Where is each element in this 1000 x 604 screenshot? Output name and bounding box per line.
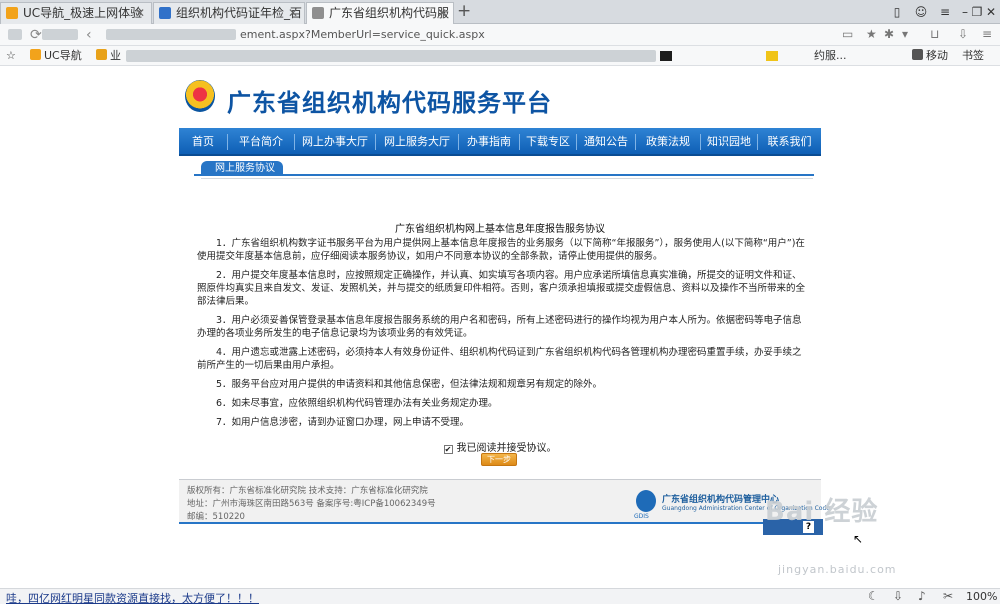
- back-icon[interactable]: ‹: [86, 26, 92, 44]
- site-container: 广东省组织机构代码服务平台 首页 平台简介 网上办事大厅 网上服务大厅 办事指南…: [179, 66, 830, 588]
- menu-online-service[interactable]: 网上服务大厅: [376, 128, 458, 156]
- tab-baidu[interactable]: 组织机构代码证年检_百 ✕: [153, 2, 305, 24]
- tab-label: 组织机构代码证年检_百: [176, 6, 303, 20]
- bookmark-bookmarks[interactable]: 书签: [962, 48, 984, 64]
- gdis-logo-text: GDIS: [634, 513, 649, 520]
- star-icon[interactable]: ★: [866, 27, 877, 41]
- breadcrumb-underline: [194, 174, 814, 176]
- menu-knowledge[interactable]: 知识园地: [701, 128, 757, 156]
- close-window-button[interactable]: ✕: [980, 0, 1000, 24]
- page-viewport: 广东省组织机构代码服务平台 首页 平台简介 网上办事大厅 网上服务大厅 办事指南…: [0, 66, 1000, 588]
- amazon-icon: [96, 49, 107, 60]
- national-emblem-icon: [185, 80, 215, 112]
- bookmark-redacted: [766, 51, 778, 61]
- menu-icon[interactable]: ≡: [982, 27, 992, 41]
- baidu-watermark-url: jingyan.baidu.com: [778, 563, 897, 576]
- download-icon[interactable]: ⇩: [893, 589, 903, 604]
- promo-link[interactable]: 哇，四亿网红明星同款资源直接找，太方便了！！！: [6, 590, 259, 604]
- url-field[interactable]: ement.aspx?MemberUrl=service_quick.aspx: [240, 28, 485, 41]
- new-tab-button[interactable]: +: [457, 0, 471, 22]
- baidu-logo-icon: [159, 7, 171, 19]
- tab-bar: UC导航_极速上网体验 ✕ 组织机构代码证年检_百 ✕ 广东省组织机构代码服 ✕…: [0, 0, 1000, 24]
- skin-icon[interactable]: ☺: [910, 0, 932, 24]
- tab-label: 广东省组织机构代码服: [329, 6, 450, 20]
- uc-logo-icon: [30, 49, 41, 60]
- close-icon[interactable]: ✕: [437, 3, 447, 23]
- agreement-clause: 2．用户提交年度基本信息时，应按照规定正确操作，并认真、如实填写各项内容。用户应…: [197, 270, 806, 307]
- tab-uc-nav[interactable]: UC导航_极速上网体验 ✕: [0, 2, 152, 24]
- bookmark-redacted: [660, 51, 672, 61]
- mouse-cursor-icon: ↖: [853, 532, 864, 546]
- menu-about[interactable]: 平台简介: [228, 128, 294, 156]
- menu-online-office[interactable]: 网上办事大厅: [295, 128, 375, 156]
- status-bar: 哇，四亿网红明星同款资源直接找，太方便了！！！ ☾ ⇩ ♪ ✂ 100%: [0, 588, 1000, 604]
- footer-address: 地址：广州市海珠区南田路563号 备案序号:粤ICP备10062349号: [187, 499, 436, 509]
- menu-icon[interactable]: ≡: [934, 0, 956, 24]
- menu-home[interactable]: 首页: [179, 128, 227, 156]
- agreement-clause: 6．如未尽事宜，应依照组织机构代码管理办法有关业务规定办理。: [216, 398, 498, 409]
- footer-copyright: 版权所有：广东省标准化研究院 技术支持：广东省标准化研究院: [187, 486, 428, 496]
- url-redacted: [106, 29, 236, 40]
- close-icon[interactable]: ✕: [288, 3, 298, 23]
- close-icon[interactable]: ✕: [135, 3, 145, 23]
- dropdown-icon[interactable]: ▾: [902, 27, 908, 41]
- menu-contact[interactable]: 联系我们: [758, 128, 821, 156]
- volume-icon[interactable]: ♪: [918, 589, 926, 604]
- bookmark-star-icon[interactable]: ☆: [6, 48, 16, 64]
- accept-checkbox[interactable]: ✔: [443, 445, 453, 454]
- zoom-level[interactable]: 100%: [966, 590, 997, 603]
- footer-postcode: 邮编：510220: [187, 512, 245, 522]
- next-step-button[interactable]: 下一步: [481, 453, 517, 466]
- reload-icon[interactable]: ⟳: [30, 26, 42, 44]
- agreement-clause: 5．服务平台应对用户提供的申请资料和其他信息保密，但法律法规和规章另有规定的除外…: [216, 379, 603, 390]
- agreement-clause: 3．用户必须妥善保管登录基本信息年度报告服务系统的用户名和密码，所有上述密码进行…: [197, 315, 802, 339]
- agreement-clause: 4．用户遗忘或泄露上述密码，必须持本人有效身份证件、组织机构代码证到广东省组织机…: [197, 347, 802, 371]
- address-bar: ⟳ ‹ ement.aspx?MemberUrl=service_quick.a…: [0, 24, 1000, 46]
- bookmark-uc-nav[interactable]: UC导航: [30, 48, 82, 64]
- night-mode-icon[interactable]: ☾: [868, 589, 879, 604]
- mobile-icon: [912, 49, 923, 60]
- screenshot-icon[interactable]: ✂: [943, 589, 953, 604]
- site-header: 广东省组织机构代码服务平台: [179, 66, 821, 128]
- footer-bottom-line: [179, 522, 821, 524]
- agreement-clause: 7．如用户信息涉密，请到办证窗口办理，网上申请不受理。: [216, 417, 470, 428]
- divider: [201, 178, 813, 179]
- bookmarks-bar: ☆ UC导航 业 约服... 移动 书签: [0, 46, 1000, 66]
- baidu-watermark: Bai 经验: [765, 497, 879, 527]
- menu-guide[interactable]: 办事指南: [459, 128, 519, 156]
- account-icon[interactable]: ▯: [886, 0, 908, 24]
- gdis-logo-icon: [636, 490, 656, 512]
- bookmark-mobile[interactable]: 移动: [912, 48, 948, 64]
- tab-gd-org-code[interactable]: 广东省组织机构代码服 ✕: [306, 2, 454, 24]
- reader-icon[interactable]: ▭: [842, 27, 853, 41]
- bookmark-amazon[interactable]: 业: [96, 48, 121, 64]
- uc-logo-icon: [6, 7, 18, 19]
- url-redacted: [8, 29, 22, 40]
- agreement-clause: 1．广东省组织机构数字证书服务平台为用户提供网上基本信息年度报告的业务服务（以下…: [197, 238, 805, 262]
- agreement-clauses: 1．广东省组织机构数字证书服务平台为用户提供网上基本信息年度报告的业务服务（以下…: [197, 237, 805, 435]
- menu-policies[interactable]: 政策法规: [636, 128, 700, 156]
- footer-center-name: 广东省组织机构代码管理中心: [662, 495, 780, 505]
- cart-icon[interactable]: ⊔: [930, 27, 939, 41]
- url-redacted: [42, 29, 78, 40]
- bookmarks-redacted: [126, 50, 656, 62]
- site-footer: 版权所有：广东省标准化研究院 技术支持：广东省标准化研究院 地址：广州市海珠区南…: [179, 480, 830, 522]
- bookmark-service[interactable]: 约服...: [814, 48, 847, 64]
- download-icon[interactable]: ⇩: [958, 27, 968, 41]
- agreement-title: 广东省组织机构网上基本信息年度报告服务协议: [395, 224, 605, 235]
- accept-row: ✔ 我已阅读并接受协议。: [179, 439, 821, 454]
- fan-icon[interactable]: ✱: [884, 27, 894, 41]
- site-title: 广东省组织机构代码服务平台: [227, 88, 552, 117]
- page-icon: [312, 7, 324, 19]
- menu-notices[interactable]: 通知公告: [577, 128, 635, 156]
- tab-label: UC导航_极速上网体验: [23, 6, 143, 20]
- menu-downloads[interactable]: 下载专区: [520, 128, 576, 156]
- main-menu: 首页 平台简介 网上办事大厅 网上服务大厅 办事指南 下载专区 通知公告 政策法…: [179, 128, 821, 156]
